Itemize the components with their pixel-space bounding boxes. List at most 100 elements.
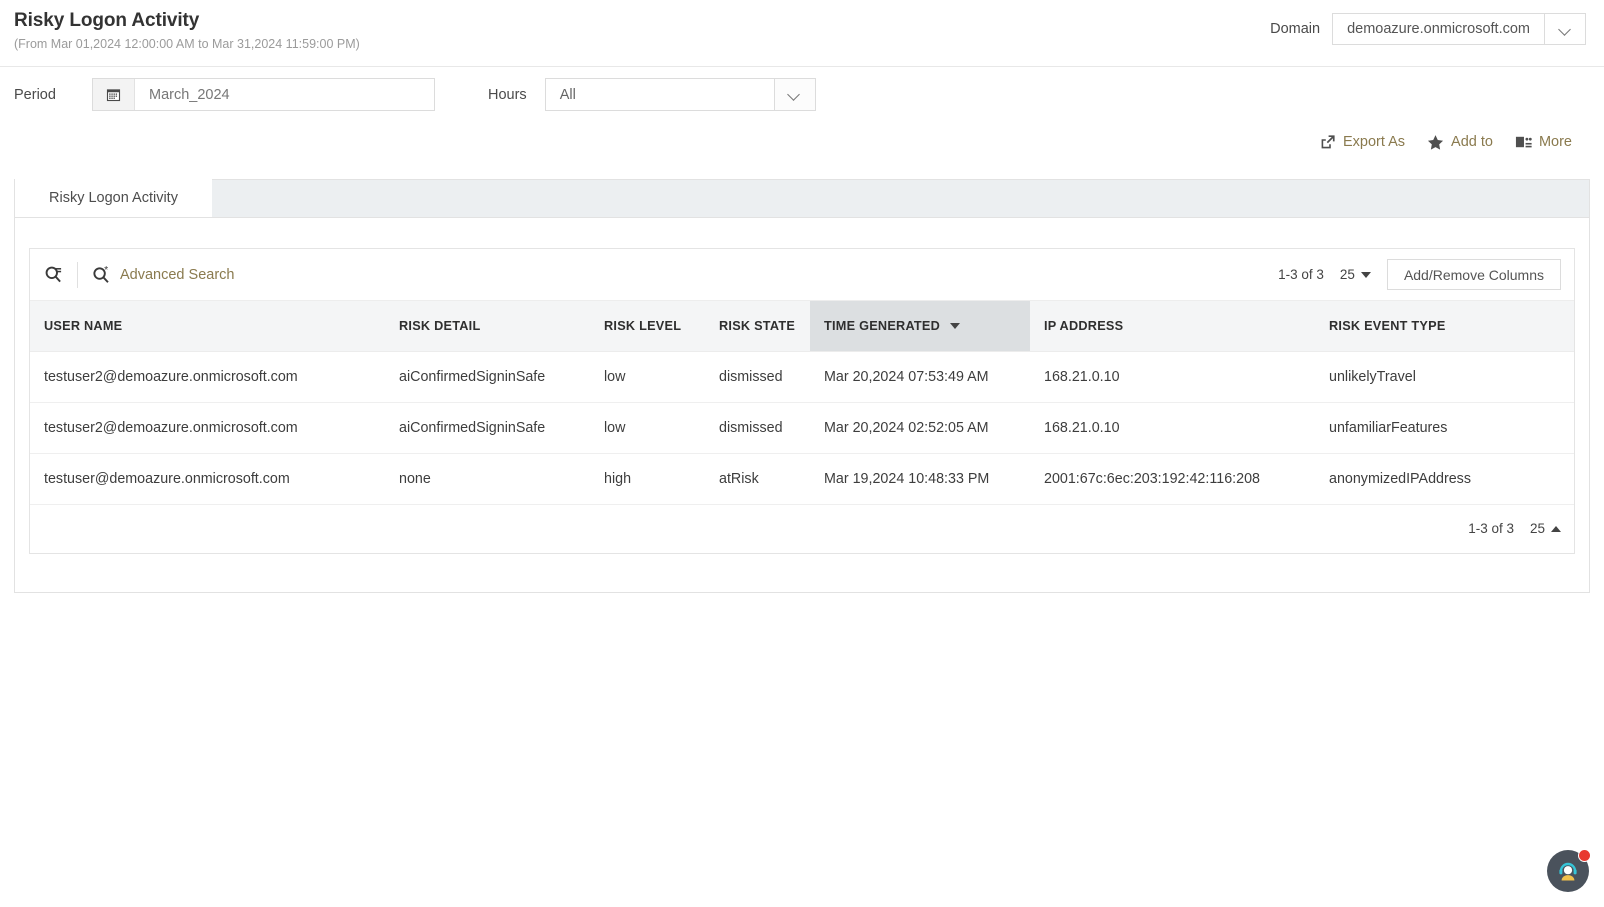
column-header-time-generated[interactable]: TIME GENERATED — [810, 301, 1030, 351]
caret-down-icon — [1361, 272, 1371, 278]
support-agent-icon — [1556, 859, 1580, 883]
domain-select[interactable]: demoazure.onmicrosoft.com — [1332, 13, 1586, 45]
caret-up-icon — [1551, 526, 1561, 532]
cell-risk-event-type: anonymizedIPAddress — [1315, 453, 1574, 504]
cell-ip-address: 168.21.0.10 — [1030, 402, 1315, 453]
column-header-risk-detail[interactable]: RISK DETAIL — [385, 301, 590, 351]
cell-risk-detail: aiConfirmedSigninSafe — [385, 402, 590, 453]
cell-risk-state: dismissed — [705, 402, 810, 453]
more-list-icon — [1515, 134, 1532, 150]
page-size-value: 25 — [1530, 521, 1545, 536]
table-row[interactable]: testuser@demoazure.onmicrosoft.com none … — [30, 453, 1574, 504]
more-label: More — [1539, 134, 1572, 150]
cell-user-name: testuser2@demoazure.onmicrosoft.com — [30, 351, 385, 402]
report-card: Risky Logon Activity — [14, 179, 1590, 593]
advanced-search-icon: * — [92, 265, 111, 284]
column-header-risk-state[interactable]: RISK STATE — [705, 301, 810, 351]
cell-risk-event-type: unfamiliarFeatures — [1315, 402, 1574, 453]
column-header-risk-level[interactable]: RISK LEVEL — [590, 301, 705, 351]
hours-filter: Hours All — [488, 78, 816, 111]
cell-risk-detail: aiConfirmedSigninSafe — [385, 351, 590, 402]
column-header-ip-address[interactable]: IP ADDRESS — [1030, 301, 1315, 351]
tab-risky-logon-activity[interactable]: Risky Logon Activity — [15, 179, 212, 217]
cell-user-name: testuser@demoazure.onmicrosoft.com — [30, 453, 385, 504]
column-label: RISK EVENT TYPE — [1329, 319, 1446, 333]
calendar-button[interactable] — [93, 79, 135, 110]
search-button[interactable] — [44, 262, 78, 288]
cell-time-generated: Mar 20,2024 07:53:49 AM — [810, 351, 1030, 402]
table-row[interactable]: testuser2@demoazure.onmicrosoft.com aiCo… — [30, 402, 1574, 453]
table-footer: 1-3 of 3 25 — [30, 505, 1574, 553]
title-block: Risky Logon Activity (From Mar 01,2024 1… — [14, 9, 360, 53]
page-size-selector-bottom[interactable]: 25 — [1530, 521, 1561, 536]
filter-row: Period March_2 — [0, 67, 1604, 125]
notification-badge — [1578, 849, 1591, 862]
add-to-label: Add to — [1451, 134, 1493, 150]
cell-time-generated: Mar 19,2024 10:48:33 PM — [810, 453, 1030, 504]
table-row[interactable]: testuser2@demoazure.onmicrosoft.com aiCo… — [30, 351, 1574, 402]
hours-select[interactable]: All — [545, 78, 816, 111]
toolbar-right: 1-3 of 3 25 Add/Remove Columns — [1278, 259, 1561, 290]
record-range-top: 1-3 of 3 — [1278, 267, 1324, 282]
page-size-value: 25 — [1340, 267, 1355, 282]
cell-ip-address: 168.21.0.10 — [1030, 351, 1315, 402]
column-header-risk-event-type[interactable]: RISK EVENT TYPE — [1315, 301, 1574, 351]
column-label: RISK LEVEL — [604, 319, 681, 333]
export-icon — [1320, 134, 1336, 150]
chevron-down-icon — [1560, 24, 1571, 35]
column-label: IP ADDRESS — [1044, 319, 1123, 333]
period-filter: Period March_2 — [14, 78, 435, 111]
page-title: Risky Logon Activity — [14, 9, 360, 33]
record-range-bottom: 1-3 of 3 — [1468, 521, 1514, 536]
chevron-down-icon — [789, 89, 800, 100]
period-field[interactable]: March_2024 — [92, 78, 435, 111]
column-label: RISK STATE — [719, 319, 795, 333]
cell-time-generated: Mar 20,2024 02:52:05 AM — [810, 402, 1030, 453]
more-button[interactable]: More — [1515, 134, 1572, 150]
domain-filter: Domain demoazure.onmicrosoft.com — [1270, 13, 1586, 45]
calendar-icon — [106, 87, 121, 102]
action-toolbar: Export As Add to More — [0, 125, 1604, 159]
domain-selected-value[interactable]: demoazure.onmicrosoft.com — [1333, 14, 1544, 44]
star-icon — [1427, 134, 1444, 151]
column-label: TIME GENERATED — [824, 319, 940, 333]
period-value[interactable]: March_2024 — [135, 79, 244, 110]
support-chat-button[interactable] — [1547, 850, 1589, 892]
table-header-row: USER NAME RISK DETAIL RISK LEVEL RISK ST… — [30, 301, 1574, 351]
cell-risk-level: high — [590, 453, 705, 504]
domain-label: Domain — [1270, 21, 1320, 37]
cell-risk-detail: none — [385, 453, 590, 504]
cell-risk-state: dismissed — [705, 351, 810, 402]
tab-label: Risky Logon Activity — [49, 190, 178, 206]
hours-label: Hours — [488, 87, 527, 103]
column-label: RISK DETAIL — [399, 319, 480, 333]
card-body: * Advanced Search 1-3 of 3 25 Add/Remove… — [15, 218, 1589, 554]
column-label: USER NAME — [44, 319, 122, 333]
table-toolbar: * Advanced Search 1-3 of 3 25 Add/Remove… — [30, 249, 1574, 301]
add-remove-columns-label: Add/Remove Columns — [1404, 267, 1544, 283]
risky-logon-table: USER NAME RISK DETAIL RISK LEVEL RISK ST… — [30, 301, 1574, 505]
advanced-search-label: Advanced Search — [120, 267, 234, 283]
cell-ip-address: 2001:67c:6ec:203:192:42:116:208 — [1030, 453, 1315, 504]
page-header: Risky Logon Activity (From Mar 01,2024 1… — [0, 0, 1604, 67]
table-panel: * Advanced Search 1-3 of 3 25 Add/Remove… — [29, 248, 1575, 554]
hours-dropdown-arrow[interactable] — [774, 79, 815, 110]
svg-text:*: * — [104, 265, 108, 276]
add-remove-columns-button[interactable]: Add/Remove Columns — [1387, 259, 1561, 290]
add-to-button[interactable]: Add to — [1427, 134, 1493, 151]
page-date-range: (From Mar 01,2024 12:00:00 AM to Mar 31,… — [14, 35, 360, 53]
hours-selected-value[interactable]: All — [546, 79, 774, 110]
page-size-selector-top[interactable]: 25 — [1340, 267, 1371, 282]
cell-risk-level: low — [590, 402, 705, 453]
column-header-user-name[interactable]: USER NAME — [30, 301, 385, 351]
tab-strip: Risky Logon Activity — [15, 180, 1589, 218]
cell-risk-state: atRisk — [705, 453, 810, 504]
export-as-label: Export As — [1343, 134, 1405, 150]
search-cluster: * Advanced Search — [30, 262, 234, 288]
sort-descending-icon — [950, 323, 960, 329]
search-icon — [44, 265, 63, 284]
domain-dropdown-arrow[interactable] — [1544, 14, 1585, 44]
cell-risk-level: low — [590, 351, 705, 402]
export-as-button[interactable]: Export As — [1320, 134, 1405, 150]
advanced-search-button[interactable]: * Advanced Search — [92, 265, 234, 284]
